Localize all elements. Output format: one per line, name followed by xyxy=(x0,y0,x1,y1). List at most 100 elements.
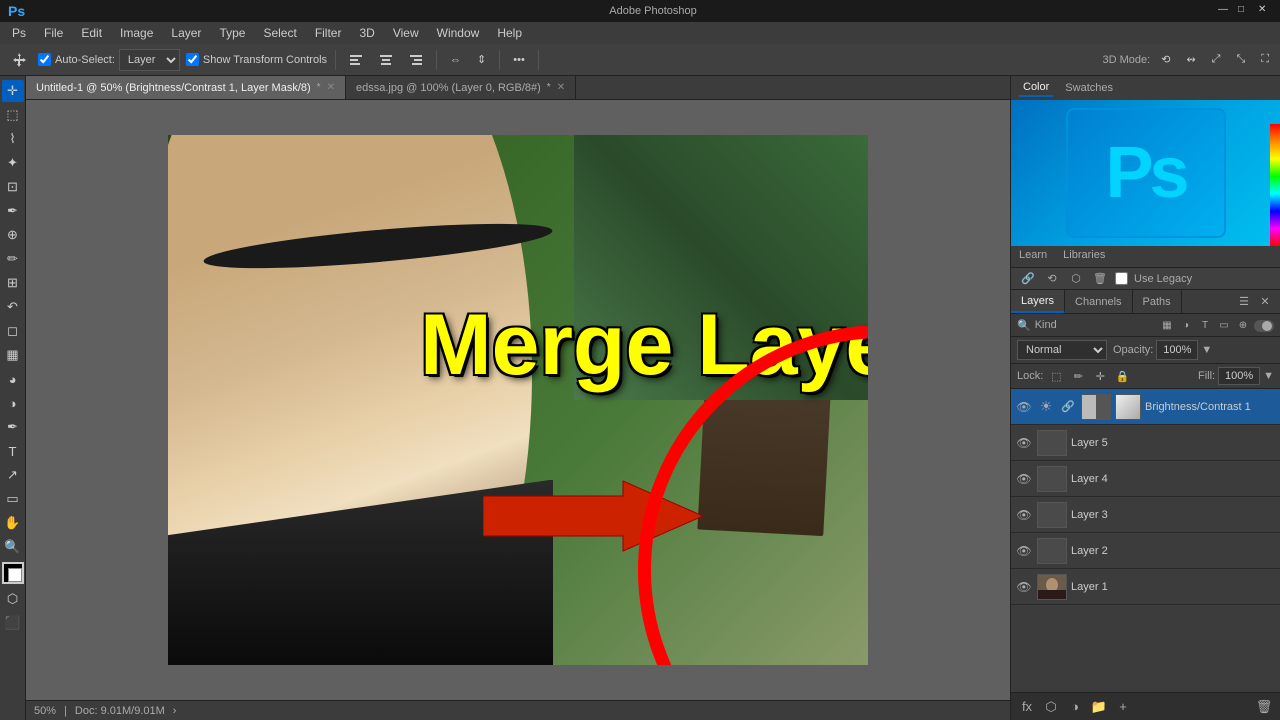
layer-mask-icon[interactable]: ⬡ xyxy=(1067,270,1085,288)
menu-file[interactable]: File xyxy=(36,24,71,42)
layer-row-brightness[interactable]: 👁 ☀ 🔗 Brightness/Contrast 1 xyxy=(1011,389,1280,425)
layer-row-3[interactable]: 👁 Layer 3 xyxy=(1011,497,1280,533)
add-layer-btn[interactable]: + xyxy=(1113,697,1133,717)
dodge-tool[interactable]: ◑ xyxy=(2,392,24,414)
maximize-button[interactable]: □ xyxy=(1238,4,1252,18)
hand-tool[interactable]: ✋ xyxy=(2,512,24,534)
layer-lock-icon[interactable]: 🔗 xyxy=(1019,270,1037,288)
history-brush-tool[interactable]: ↶ xyxy=(2,296,24,318)
add-fx-btn[interactable]: fx xyxy=(1017,697,1037,717)
add-adjustment-btn[interactable]: ◑ xyxy=(1065,697,1085,717)
show-transform-label[interactable]: Show Transform Controls xyxy=(186,53,327,66)
zoom-tool[interactable]: 🔍 xyxy=(2,536,24,558)
brush-tool[interactable]: ✏ xyxy=(2,248,24,270)
tab-edssa-close[interactable]: ✕ xyxy=(557,82,565,93)
3d-tool-3[interactable]: ⤢ xyxy=(1207,51,1226,68)
filter-toggle-btn[interactable] xyxy=(1254,320,1274,332)
layer-visibility-3[interactable]: 👁 xyxy=(1015,506,1033,524)
layer-visibility-5[interactable]: 👁 xyxy=(1015,434,1033,452)
3d-tool-2[interactable]: ↭ xyxy=(1181,51,1200,68)
lasso-tool[interactable]: ⌇ xyxy=(2,128,24,150)
blur-tool[interactable]: ◕ xyxy=(2,368,24,390)
stamp-tool[interactable]: ⊞ xyxy=(2,272,24,294)
menu-edit[interactable]: Edit xyxy=(73,24,110,42)
lock-image-btn[interactable]: ✏ xyxy=(1069,367,1087,385)
align-center-btn[interactable] xyxy=(374,51,398,69)
add-mask-btn[interactable]: ⬡ xyxy=(1041,697,1061,717)
layer-trash-icon[interactable]: 🗑 xyxy=(1091,270,1109,288)
add-group-btn[interactable]: 📁 xyxy=(1089,697,1109,717)
menu-view[interactable]: View xyxy=(385,24,427,42)
lock-transparent-btn[interactable]: ⬚ xyxy=(1047,367,1065,385)
color-spectrum-strip[interactable] xyxy=(1270,124,1280,246)
layer-visibility-2[interactable]: 👁 xyxy=(1015,542,1033,560)
layer-visibility-1[interactable]: 👁 xyxy=(1015,578,1033,596)
layer-select[interactable]: Layer Group xyxy=(119,49,180,71)
blend-mode-select[interactable]: Normal Multiply Screen Overlay xyxy=(1017,340,1107,360)
layer-row-4[interactable]: 👁 Layer 4 xyxy=(1011,461,1280,497)
minimize-button[interactable]: — xyxy=(1218,4,1232,18)
quick-mask-tool[interactable]: ⬡ xyxy=(2,588,24,610)
more-options-btn[interactable]: ••• xyxy=(508,52,530,68)
auto-select-checkbox[interactable] xyxy=(38,53,51,66)
opacity-arrow[interactable]: ▼ xyxy=(1201,344,1212,356)
layer-visibility-4[interactable]: 👁 xyxy=(1015,470,1033,488)
3d-tool-5[interactable]: ⛶ xyxy=(1256,51,1274,68)
lock-all-btn[interactable]: 🔒 xyxy=(1113,367,1131,385)
fill-arrow[interactable]: ▼ xyxy=(1263,370,1274,382)
eraser-tool[interactable]: ◻ xyxy=(2,320,24,342)
move-tool[interactable]: ✛ xyxy=(2,80,24,102)
canvas-viewport[interactable]: Merge Layers xyxy=(26,100,1010,700)
lock-position-btn[interactable]: ✛ xyxy=(1091,367,1109,385)
tab-color[interactable]: Color xyxy=(1019,79,1053,97)
menu-3d[interactable]: 3D xyxy=(351,24,382,42)
move-tool-icon[interactable] xyxy=(6,50,32,70)
selection-tool[interactable]: ⬚ xyxy=(2,104,24,126)
foreground-background-swatch[interactable] xyxy=(2,562,24,584)
dist-v-btn[interactable]: ⇕ xyxy=(472,51,491,68)
menu-image[interactable]: Image xyxy=(112,24,161,42)
tab-untitled-close[interactable]: ✕ xyxy=(327,82,335,93)
tab-untitled[interactable]: Untitled-1 @ 50% (Brightness/Contrast 1,… xyxy=(26,76,346,99)
tab-swatches[interactable]: Swatches xyxy=(1061,80,1117,96)
path-selection-tool[interactable]: ↗ xyxy=(2,464,24,486)
layers-collapse-btn[interactable]: ☰ xyxy=(1235,293,1253,311)
layers-tab-channels[interactable]: Channels xyxy=(1065,290,1132,313)
align-right-btn[interactable] xyxy=(404,51,428,69)
layers-list[interactable]: 👁 ☀ 🔗 Brightness/Contrast 1 xyxy=(1011,389,1280,692)
tab-libraries[interactable]: Libraries xyxy=(1055,246,1113,267)
filter-pixel-btn[interactable]: ▦ xyxy=(1159,317,1175,333)
opacity-input[interactable] xyxy=(1156,340,1198,360)
menu-type[interactable]: Type xyxy=(211,24,253,42)
window-controls[interactable]: — □ ✕ xyxy=(1218,4,1272,18)
layer-link-icon[interactable]: ⟲ xyxy=(1043,270,1061,288)
menu-select[interactable]: Select xyxy=(255,24,304,42)
layers-close-btn[interactable]: ✕ xyxy=(1256,293,1274,311)
filter-text-btn[interactable]: T xyxy=(1197,317,1213,333)
menu-ps[interactable]: Ps xyxy=(4,24,34,42)
menu-filter[interactable]: Filter xyxy=(307,24,350,42)
menu-layer[interactable]: Layer xyxy=(163,24,209,42)
delete-layer-btn[interactable]: 🗑 xyxy=(1254,697,1274,717)
3d-tool-1[interactable]: ⟲ xyxy=(1156,51,1175,68)
layer-row-2[interactable]: 👁 Layer 2 xyxy=(1011,533,1280,569)
eyedropper-tool[interactable]: ✒ xyxy=(2,200,24,222)
layer-row-5[interactable]: 👁 Layer 5 xyxy=(1011,425,1280,461)
fill-input[interactable] xyxy=(1218,367,1260,385)
filter-adjust-btn[interactable]: ◑ xyxy=(1178,317,1194,333)
tab-edssa[interactable]: edssa.jpg @ 100% (Layer 0, RGB/8#) * ✕ xyxy=(346,76,576,99)
layer-row-1[interactable]: 👁 Layer 1 xyxy=(1011,569,1280,605)
menu-window[interactable]: Window xyxy=(429,24,488,42)
close-button[interactable]: ✕ xyxy=(1258,4,1272,18)
screen-mode-tool[interactable]: ⬛ xyxy=(2,612,24,634)
gradient-tool[interactable]: ▦ xyxy=(2,344,24,366)
layer-visibility-brightness[interactable]: 👁 xyxy=(1015,398,1033,416)
tab-learn[interactable]: Learn xyxy=(1011,246,1055,267)
dist-h-btn[interactable]: ⇔ xyxy=(445,52,466,68)
shape-tool[interactable]: ▭ xyxy=(2,488,24,510)
3d-tool-4[interactable]: ⤡ xyxy=(1231,51,1250,68)
menu-help[interactable]: Help xyxy=(489,24,530,42)
filter-smart-btn[interactable]: ⊕ xyxy=(1235,317,1251,333)
filter-shape-btn[interactable]: ▭ xyxy=(1216,317,1232,333)
magic-wand-tool[interactable]: ✦ xyxy=(2,152,24,174)
